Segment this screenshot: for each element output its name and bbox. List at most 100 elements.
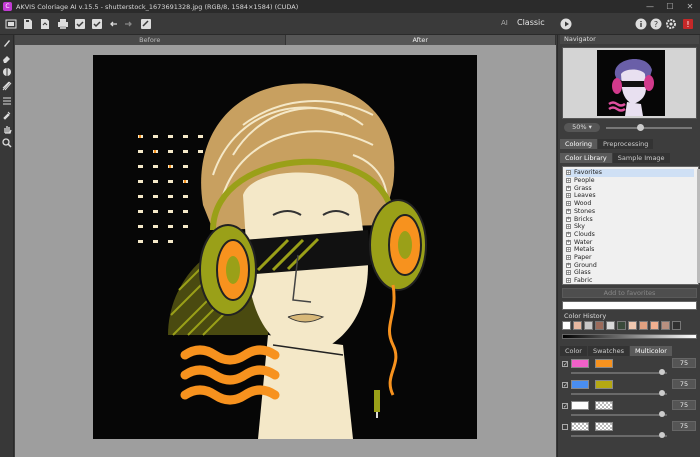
zoom-slider-handle[interactable] — [637, 124, 644, 131]
info-icon[interactable] — [634, 17, 647, 30]
help-icon[interactable]: ? — [649, 17, 662, 30]
strokes-icon[interactable] — [1, 95, 13, 107]
expand-icon[interactable]: + — [566, 247, 571, 253]
tab-coloring[interactable]: Coloring — [560, 139, 598, 149]
save-icon[interactable] — [21, 17, 34, 30]
expand-icon[interactable]: + — [566, 255, 571, 261]
multicolor-checkbox[interactable]: ✓ — [562, 382, 568, 389]
history-color-swatch[interactable] — [650, 321, 659, 330]
tab-after[interactable]: After — [285, 35, 556, 45]
list-item[interactable]: + Grass — [566, 184, 592, 192]
expand-icon[interactable]: + — [566, 270, 571, 276]
settings-icon[interactable] — [664, 17, 677, 30]
list-item[interactable]: + Leaves — [566, 192, 596, 200]
hand-icon[interactable] — [1, 123, 13, 135]
multicolor-swatch[interactable] — [571, 359, 589, 368]
list-item[interactable]: + Wood — [566, 200, 591, 208]
multicolor-slider[interactable] — [571, 435, 667, 437]
navigator-thumbnail[interactable] — [597, 50, 665, 116]
brush-icon[interactable] — [1, 37, 13, 49]
multicolor-checkbox[interactable] — [562, 424, 568, 430]
redo-icon[interactable] — [121, 17, 134, 30]
close-button[interactable]: ✕ — [680, 0, 700, 13]
history-color-swatch[interactable] — [573, 321, 582, 330]
undo-icon[interactable] — [107, 17, 120, 30]
multicolor-slider[interactable] — [571, 414, 667, 416]
expand-icon[interactable]: + — [566, 170, 571, 176]
check-all-icon[interactable] — [90, 17, 103, 30]
expand-icon[interactable]: + — [566, 178, 571, 184]
expand-icon[interactable]: + — [566, 278, 571, 284]
history-color-swatch[interactable] — [639, 321, 648, 330]
multicolor-swatch[interactable] — [595, 359, 613, 368]
multicolor-value-field[interactable]: 75 — [672, 400, 696, 410]
multicolor-value-field[interactable]: 75 — [672, 358, 696, 368]
multicolor-swatch[interactable] — [595, 380, 613, 389]
zoom-slider[interactable] — [606, 127, 692, 129]
expand-icon[interactable]: + — [566, 208, 571, 214]
maximize-button[interactable]: ☐ — [660, 0, 680, 13]
apply-icon[interactable] — [139, 17, 152, 30]
zoom-icon[interactable] — [1, 137, 13, 149]
history-color-swatch[interactable] — [584, 321, 593, 330]
navigator-preview[interactable] — [562, 47, 697, 119]
multicolor-slider[interactable] — [571, 393, 667, 395]
history-color-swatch[interactable] — [628, 321, 637, 330]
multicolor-swatch[interactable] — [571, 380, 589, 389]
expand-icon[interactable]: + — [566, 231, 571, 237]
check-icon[interactable] — [73, 17, 86, 30]
history-color-swatch[interactable] — [562, 321, 571, 330]
history-color-swatch[interactable] — [617, 321, 626, 330]
list-item[interactable]: + Stones — [566, 208, 595, 216]
expand-icon[interactable]: + — [566, 193, 571, 199]
list-item[interactable]: + Paper — [566, 254, 592, 262]
expand-icon[interactable]: + — [566, 201, 571, 207]
list-item[interactable]: + Clouds — [566, 231, 595, 239]
tab-color-library[interactable]: Color Library — [560, 153, 612, 163]
multicolor-slider-handle[interactable] — [659, 390, 666, 396]
tab-before[interactable]: Before — [15, 35, 286, 45]
tab-preprocessing[interactable]: Preprocessing — [598, 139, 654, 149]
multicolor-value-field[interactable]: 75 — [672, 379, 696, 389]
add-to-favorites-button[interactable]: Add to favorites — [562, 288, 697, 298]
tab-swatches[interactable]: Swatches — [587, 346, 630, 356]
tab-color[interactable]: Color — [560, 346, 587, 356]
multicolor-swatch[interactable] — [595, 401, 613, 410]
color-library-list[interactable]: + Favorites + People + Grass + Leaves + Wood … — [562, 166, 700, 285]
list-item[interactable]: + Metals — [566, 246, 594, 254]
multicolor-slider-handle[interactable] — [659, 369, 666, 375]
print-icon[interactable] — [56, 17, 69, 30]
run-icon[interactable] — [559, 17, 572, 30]
selected-color-swatch[interactable] — [562, 301, 697, 310]
expand-icon[interactable]: + — [566, 216, 571, 222]
expand-icon[interactable]: + — [566, 224, 571, 230]
eraser-icon[interactable] — [1, 52, 13, 64]
multicolor-slider[interactable] — [571, 372, 667, 374]
multicolor-value-field[interactable]: 75 — [672, 421, 696, 431]
list-item[interactable]: + Fabric — [566, 277, 592, 285]
export-icon[interactable] — [38, 17, 51, 30]
mode-ai-toggle[interactable]: AI — [501, 19, 508, 27]
list-item[interactable]: + Water — [566, 238, 592, 246]
history-color-swatch[interactable] — [606, 321, 615, 330]
grayscale-gradient[interactable] — [562, 334, 697, 339]
fill-icon[interactable] — [1, 66, 13, 78]
multicolor-brush-icon[interactable] — [1, 80, 13, 92]
open-icon[interactable] — [4, 17, 17, 30]
multicolor-swatch[interactable] — [571, 401, 589, 410]
expand-icon[interactable]: + — [566, 239, 571, 245]
multicolor-swatch[interactable] — [571, 422, 589, 431]
tab-multicolor[interactable]: Multicolor — [630, 346, 672, 356]
list-item[interactable]: + People — [566, 177, 595, 185]
list-item[interactable]: + Glass — [566, 269, 591, 277]
eyedropper-icon[interactable] — [1, 109, 13, 121]
artwork-image[interactable] — [93, 55, 477, 439]
notifications-icon[interactable]: ! — [681, 17, 694, 30]
list-item[interactable]: + Favorites — [566, 169, 694, 177]
history-color-swatch[interactable] — [595, 321, 604, 330]
multicolor-slider-handle[interactable] — [659, 411, 666, 417]
mode-classic-toggle[interactable]: Classic — [517, 18, 545, 27]
list-item[interactable]: + Ground — [566, 261, 597, 269]
history-color-swatch[interactable] — [672, 321, 681, 330]
list-item[interactable]: + Bricks — [566, 215, 593, 223]
